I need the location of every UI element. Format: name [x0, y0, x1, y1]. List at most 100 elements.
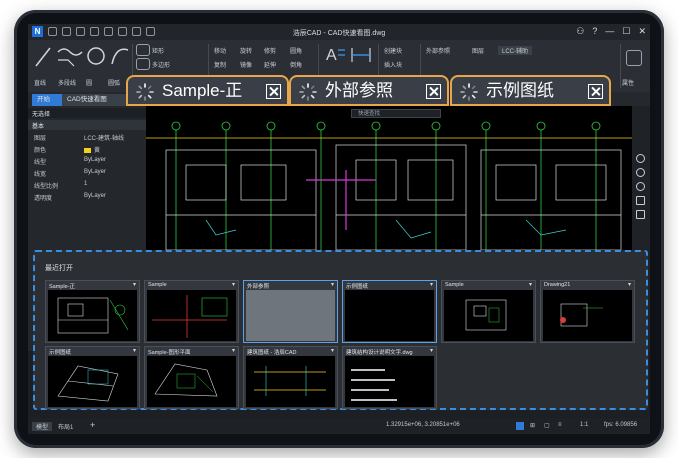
close-tab-icon[interactable]: [266, 84, 281, 99]
title-bar: N 浩辰CAD - CAD快速看图.dwg ⚇ ? — ☐ ✕: [28, 24, 650, 40]
help-icon[interactable]: ?: [592, 26, 597, 37]
file-thumbnail: [147, 356, 236, 407]
zoom-window-icon[interactable]: [636, 196, 645, 205]
property-value: 黄: [84, 145, 100, 154]
property-row[interactable]: 图层 LCC-建筑-轴线: [28, 132, 146, 142]
recent-file-card[interactable]: Sample-正 ▾: [45, 280, 140, 343]
ribbon-label-properties: 属性: [622, 81, 635, 87]
user-icon[interactable]: ⚇: [576, 26, 584, 37]
quick-find-input[interactable]: 快速查找: [351, 109, 441, 118]
ribbon-label-rotate[interactable]: 旋转: [240, 46, 252, 55]
recent-file-card[interactable]: 建筑图纸 - 浩辰CAD ▾: [243, 346, 338, 409]
recent-file-card[interactable]: 示例图纸 ▾: [342, 280, 437, 343]
zoom-extents-icon[interactable]: [636, 210, 645, 219]
card-menu-icon[interactable]: ▾: [430, 347, 433, 354]
file-thumbnail: [246, 290, 335, 341]
ribbon-label-extend[interactable]: 延伸: [264, 60, 276, 69]
card-menu-icon[interactable]: ▾: [529, 281, 532, 288]
maximize-button[interactable]: ☐: [622, 26, 630, 37]
minimize-button[interactable]: —: [605, 26, 614, 37]
polygon-tool-icon[interactable]: [136, 58, 150, 70]
close-button[interactable]: ✕: [638, 26, 646, 37]
property-value: ByLayer: [84, 169, 107, 175]
pan-hand-icon[interactable]: [636, 154, 645, 163]
file-thumbnail: [345, 356, 434, 407]
card-menu-icon[interactable]: ▾: [133, 347, 136, 354]
ribbon-label-mirror[interactable]: 镜像: [240, 60, 252, 69]
file-name: 示例图纸: [346, 284, 369, 290]
recent-file-card[interactable]: 建筑结构设计说明文字.dwg ▾: [342, 346, 437, 409]
ribbon-label-rect: 矩形: [152, 49, 165, 55]
file-name: 示例图纸: [49, 350, 72, 356]
file-thumbnail: [444, 290, 533, 341]
zoom-out-icon[interactable]: [636, 182, 645, 191]
recent-files-panel: 最近打开 Sample-正 ▾ Sample ▾ 外部参照 ▾ 示例图纸 ▾ Sampl…: [33, 250, 648, 410]
property-row[interactable]: 透明度 ByLayer: [28, 192, 146, 202]
card-menu-icon[interactable]: ▾: [628, 281, 631, 288]
window-controls: ⚇ ? — ☐ ✕: [576, 26, 646, 37]
property-row[interactable]: 颜色 黄: [28, 144, 146, 154]
add-layout-button[interactable]: +: [90, 420, 95, 430]
property-value: LCC-建筑-轴线: [84, 136, 124, 142]
file-name: Sample: [148, 282, 167, 288]
ribbon-label-xref[interactable]: 外部参照: [426, 46, 450, 55]
ribbon-label-layer[interactable]: 图层: [472, 46, 484, 55]
ribbon-label-trim[interactable]: 修剪: [264, 46, 276, 55]
tab-active-drawing[interactable]: CAD快速看图: [62, 94, 128, 106]
scale-readout[interactable]: 1:1: [580, 422, 588, 428]
ribbon-label-create-block[interactable]: 创建块: [384, 46, 402, 55]
property-key: 线型比例: [34, 184, 59, 190]
ribbon-label-chamfer[interactable]: 倒角: [290, 60, 302, 69]
tab-label: 示例图纸: [486, 81, 554, 100]
loading-spinner-icon: [299, 83, 317, 101]
property-row[interactable]: 线宽 ByLayer: [28, 168, 146, 178]
card-menu-icon[interactable]: ▾: [430, 281, 433, 288]
card-menu-icon[interactable]: ▾: [331, 347, 334, 354]
property-row[interactable]: 线型比例 1: [28, 180, 146, 190]
recent-file-card[interactable]: Sample ▾: [441, 280, 536, 343]
recent-file-card[interactable]: Drawing21 ▾: [540, 280, 635, 343]
selection-dropdown[interactable]: 无选择: [28, 108, 146, 118]
layer-dropdown[interactable]: LCC-辅助: [498, 46, 533, 55]
floating-tab-xref[interactable]: 外部参照: [289, 75, 449, 106]
loading-spinner-icon: [136, 83, 154, 101]
grid-toggle-icon[interactable]: ⊞: [530, 422, 535, 429]
rectangle-tool-icon[interactable]: [136, 44, 150, 56]
zoom-in-icon[interactable]: [636, 168, 645, 177]
property-value: 1: [84, 181, 88, 187]
ortho-toggle-icon[interactable]: ▢: [544, 422, 550, 429]
tab-label: 外部参照: [325, 81, 393, 100]
property-row[interactable]: 线型 ByLayer: [28, 156, 146, 166]
properties-icon[interactable]: [626, 50, 642, 66]
ribbon-label-move[interactable]: 移动: [214, 46, 226, 55]
loading-spinner-icon: [460, 83, 478, 101]
card-menu-icon[interactable]: ▾: [232, 347, 235, 354]
card-menu-icon[interactable]: ▾: [331, 281, 334, 288]
recent-file-card[interactable]: 示例图纸 ▾: [45, 346, 140, 409]
floating-tab-sample[interactable]: Sample-正: [126, 75, 289, 106]
file-name: 外部参照: [247, 284, 270, 290]
recent-file-card-selected[interactable]: 外部参照 ▾: [243, 280, 338, 343]
properties-section-header[interactable]: 基本: [28, 120, 146, 130]
snap-toggle-icon[interactable]: [516, 422, 524, 430]
ribbon-label-insert-block[interactable]: 插入块: [384, 60, 402, 69]
close-tab-icon[interactable]: [426, 84, 441, 99]
recent-file-card[interactable]: Sample-图形平面 ▾: [144, 346, 239, 409]
ribbon-label-polyline: 多段线: [58, 81, 77, 87]
menu-icon[interactable]: ≡: [558, 422, 562, 428]
tab-layout1[interactable]: 布局1: [58, 422, 73, 431]
property-key: 线宽: [34, 172, 47, 178]
text-tool-icon[interactable]: A: [324, 44, 346, 64]
card-menu-icon[interactable]: ▾: [133, 281, 136, 288]
recent-file-card[interactable]: Sample ▾: [144, 280, 239, 343]
draw-tools-icons[interactable]: [34, 44, 130, 70]
close-tab-icon[interactable]: [588, 84, 603, 99]
tab-model[interactable]: 模型: [32, 422, 53, 431]
ribbon-label-fillet[interactable]: 圆角: [290, 46, 302, 55]
dimension-tool-icon[interactable]: [350, 44, 372, 64]
ribbon-label-line: 直线: [34, 81, 47, 87]
ribbon-label-circle: 圆: [86, 81, 93, 87]
card-menu-icon[interactable]: ▾: [232, 281, 235, 288]
ribbon-label-copy[interactable]: 复制: [214, 60, 226, 69]
floating-tab-sample-drawing[interactable]: 示例图纸: [450, 75, 611, 106]
